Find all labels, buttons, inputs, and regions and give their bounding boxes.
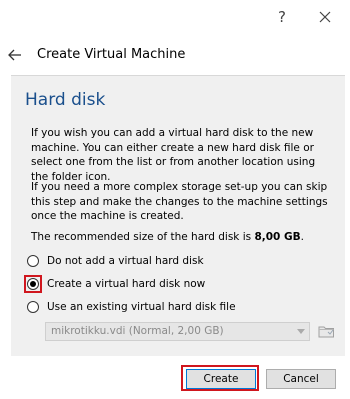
option-create-disk-label: Create a virtual hard disk now	[47, 278, 206, 290]
recommended-size-value: 8,00 GB	[254, 231, 301, 243]
highlight-box	[24, 275, 42, 293]
create-button[interactable]: Create	[186, 369, 256, 389]
recommended-size-text: The recommended size of the hard disk is…	[31, 231, 304, 243]
wizard-header: Create Virtual Machine	[0, 36, 350, 76]
radio-existing-disk[interactable]	[27, 301, 39, 313]
existing-disk-value: mikrotikku.vdi (Normal, 2,00 GB)	[51, 325, 224, 337]
window-title: Create Virtual Machine	[37, 47, 186, 62]
close-icon	[319, 11, 331, 23]
back-button[interactable]	[7, 47, 23, 61]
page-title: Hard disk	[25, 90, 106, 110]
dialog-footer: Create Cancel	[0, 356, 350, 399]
cancel-button[interactable]: Cancel	[266, 369, 336, 389]
back-arrow-icon	[8, 49, 21, 61]
description-text-2: If you need a more complex storage set-u…	[31, 181, 328, 222]
option-existing-disk-label: Use an existing virtual hard disk file	[47, 301, 236, 313]
chevron-down-icon	[297, 329, 305, 334]
choose-disk-file-button[interactable]	[318, 323, 335, 339]
description-text: If you wish you can add a virtual hard d…	[31, 127, 316, 183]
radio-no-disk[interactable]	[27, 255, 39, 267]
close-button[interactable]	[316, 8, 334, 26]
hard-disk-panel: Hard disk If you wish you can add a virt…	[11, 75, 345, 357]
recommended-suffix: .	[300, 231, 304, 243]
title-bar: ?	[0, 0, 350, 36]
existing-disk-select[interactable]: mikrotikku.vdi (Normal, 2,00 GB)	[45, 322, 310, 341]
option-no-disk-label: Do not add a virtual hard disk	[47, 255, 204, 267]
help-button[interactable]: ?	[273, 8, 291, 26]
folder-icon	[318, 326, 334, 338]
recommended-prefix: The recommended size of the hard disk is	[31, 231, 255, 243]
